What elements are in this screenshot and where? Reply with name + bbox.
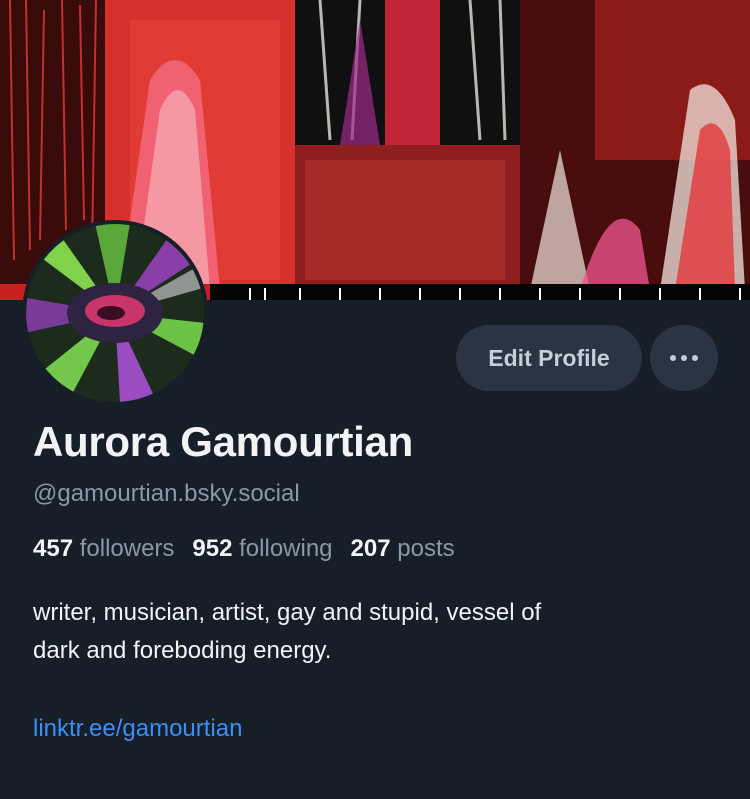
display-name: Aurora Gamourtian <box>33 418 413 465</box>
ellipsis-icon <box>670 355 698 361</box>
avatar-image <box>26 224 204 402</box>
profile-handle: @gamourtian.bsky.social <box>33 480 300 507</box>
profile-bio: writer, musician, artist, gay and stupid… <box>33 594 733 670</box>
profile-link[interactable]: linktr.ee/gamourtian <box>33 715 242 743</box>
posts-count: 207 <box>350 535 391 562</box>
followers-count: 457 <box>33 535 74 562</box>
followers-stat[interactable]: 457 followers <box>33 535 174 563</box>
posts-stat: 207 posts <box>351 535 455 563</box>
bio-line: writer, musician, artist, gay and stupid… <box>33 599 542 626</box>
edit-profile-button[interactable]: Edit Profile <box>456 325 642 391</box>
more-options-button[interactable] <box>650 325 718 391</box>
following-count: 952 <box>192 535 233 562</box>
posts-label: posts <box>397 535 455 562</box>
following-stat[interactable]: 952 following <box>192 535 332 563</box>
profile-stats: 457 followers 952 following 207 posts <box>33 535 455 563</box>
bio-line: dark and foreboding energy. <box>33 637 332 664</box>
edit-profile-label: Edit Profile <box>488 344 610 371</box>
avatar[interactable] <box>22 220 208 406</box>
followers-label: followers <box>79 535 175 562</box>
following-label: following <box>239 535 333 562</box>
